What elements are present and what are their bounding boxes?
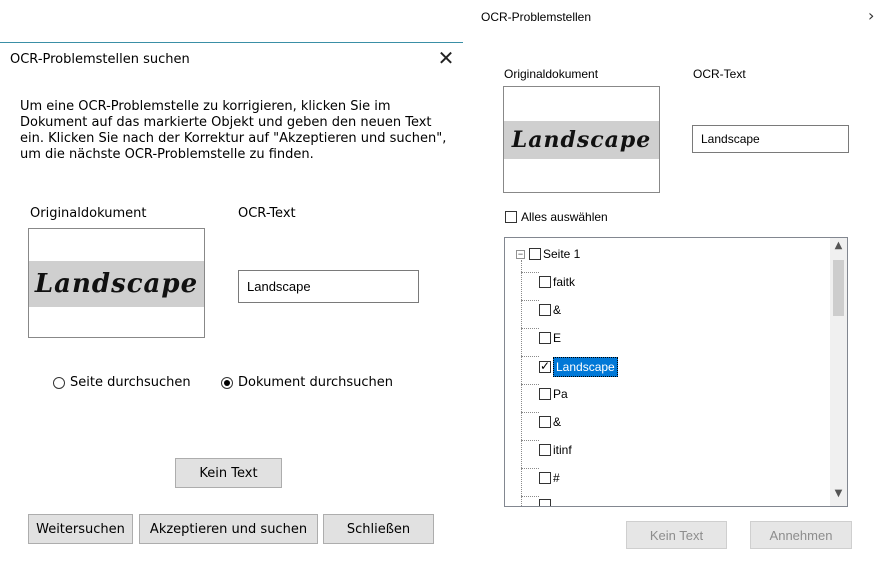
chevron-right-icon[interactable]: ›	[868, 6, 874, 25]
tree-item[interactable]: #	[539, 471, 560, 485]
close-icon[interactable]: ✕	[436, 48, 456, 68]
panel-scan-snippet: Landscape	[504, 121, 659, 159]
panel-no-text-button[interactable]: Kein Text	[626, 521, 727, 549]
tree-item[interactable]: &	[539, 303, 561, 317]
tree-item-label: faitk	[553, 275, 576, 289]
panel-scan-word: Landscape	[511, 127, 652, 153]
panel-original-image: Landscape	[503, 86, 660, 193]
tree-branch	[521, 328, 539, 329]
radio-search-page[interactable]: Seite durchsuchen	[53, 375, 191, 390]
tree-item-checkbox[interactable]	[539, 472, 551, 484]
tree-item-checkbox-checked[interactable]	[539, 358, 551, 374]
radio-search-document[interactable]: Dokument durchsuchen	[221, 375, 393, 390]
dialog-title: OCR-Problemstellen suchen	[10, 52, 190, 67]
accept-and-find-button[interactable]: Akzeptieren und suchen	[139, 514, 318, 544]
instruction-text: Um eine OCR-Problemstelle zu korrigieren…	[20, 99, 447, 162]
original-document-image: Landscape	[28, 228, 205, 338]
find-next-button[interactable]: Weitersuchen	[28, 514, 133, 544]
scan-word: Landscape	[34, 269, 199, 299]
tree-item-checkbox[interactable]	[539, 304, 551, 316]
tree-item-label: &	[553, 303, 562, 317]
radio-document-label: Dokument durchsuchen	[238, 375, 394, 390]
scroll-thumb[interactable]	[833, 260, 844, 316]
tree-item-label-selected: Landscape	[553, 357, 618, 377]
problem-tree[interactable]: − Seite 1 faitk & E Landscape Pa & itinf…	[504, 237, 848, 507]
scroll-down-icon[interactable]: ▼	[830, 488, 847, 499]
panel-ocr-value: Landscape	[701, 132, 760, 146]
tree-branch	[521, 496, 539, 497]
panel-ocr-label: OCR-Text	[693, 67, 746, 81]
tree-branch	[521, 384, 539, 385]
panel-ocr-input[interactable]: Landscape	[692, 125, 849, 153]
scan-snippet: Landscape	[29, 261, 204, 307]
dialog-top-border	[0, 42, 463, 43]
tree-item-selected[interactable]: Landscape	[539, 357, 618, 377]
tree-root-label: Seite 1	[543, 247, 581, 261]
ocr-text-label: OCR-Text	[238, 206, 296, 221]
select-all-checkbox[interactable]: Alles auswählen	[505, 210, 608, 224]
panel-title: OCR-Problemstellen	[481, 10, 592, 24]
tree-scrollbar[interactable]: ▲ ▼	[830, 238, 847, 506]
tree-item-checkbox[interactable]	[539, 444, 551, 456]
tree-item-label: &	[553, 415, 562, 429]
tree-root[interactable]: − Seite 1	[516, 247, 580, 261]
tree-item[interactable]: faitk	[539, 275, 575, 289]
scroll-up-icon[interactable]: ▲	[830, 240, 847, 251]
tree-item[interactable]: &	[539, 415, 561, 429]
tree-branch	[521, 300, 539, 301]
tree-branch	[521, 356, 539, 357]
radio-page-circle[interactable]	[53, 376, 65, 389]
tree-item[interactable]: Pa	[539, 387, 568, 401]
tree-item-label: itinf	[553, 443, 572, 457]
tree-branch	[521, 440, 539, 441]
tree-item-checkbox[interactable]	[539, 416, 551, 428]
no-text-button[interactable]: Kein Text	[175, 458, 282, 488]
collapse-icon[interactable]: −	[516, 249, 525, 259]
tree-item-checkbox[interactable]	[539, 499, 551, 506]
tree-item-checkbox[interactable]	[539, 276, 551, 288]
accept-button[interactable]: Annehmen	[750, 521, 852, 549]
tree-item-partial[interactable]	[539, 499, 551, 506]
radio-document-circle[interactable]	[221, 376, 233, 389]
tree-item-checkbox[interactable]	[539, 332, 551, 344]
tree-branch	[521, 272, 539, 273]
tree-item[interactable]: E	[539, 331, 561, 345]
tree-item-label: E	[553, 331, 562, 345]
close-button[interactable]: Schließen	[323, 514, 434, 544]
tree-branch	[521, 468, 539, 469]
tree-item-checkbox[interactable]	[539, 388, 551, 400]
tree-branch	[521, 412, 539, 413]
radio-page-label: Seite durchsuchen	[70, 375, 191, 390]
select-all-label: Alles auswählen	[521, 210, 608, 224]
ocr-text-value: Landscape	[247, 279, 311, 294]
tree-item-label: Pa	[553, 387, 568, 401]
tree-root-checkbox[interactable]	[529, 248, 541, 260]
select-all-box[interactable]	[505, 211, 517, 223]
panel-original-label: Originaldokument	[504, 67, 599, 81]
tree-item[interactable]: itinf	[539, 443, 572, 457]
original-document-label: Originaldokument	[30, 206, 147, 221]
ocr-text-input[interactable]: Landscape	[238, 270, 419, 303]
tree-item-label: #	[553, 471, 560, 485]
